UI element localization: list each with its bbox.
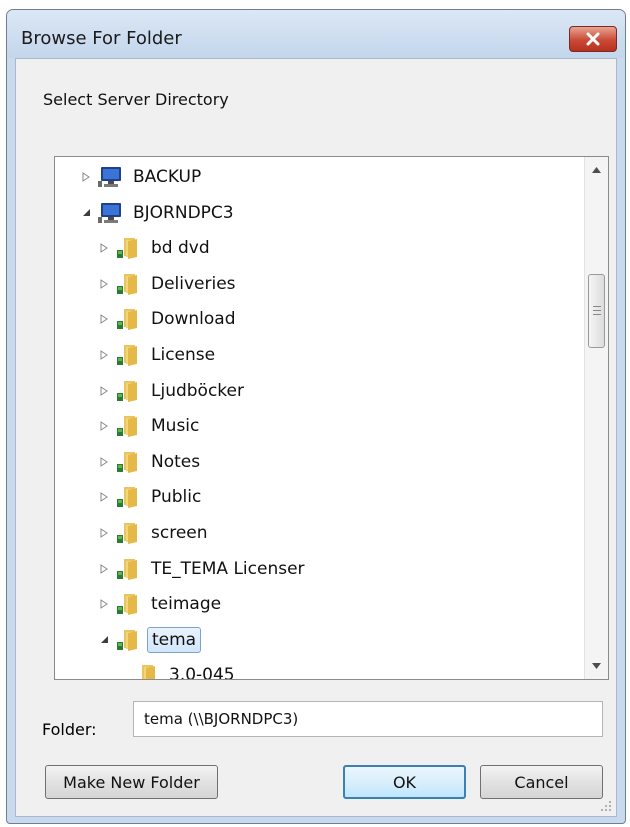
triangle-right-icon[interactable]: [97, 384, 111, 398]
browse-for-folder-dialog: Browse For Folder Select Server Director…: [6, 9, 626, 824]
grip-line: [593, 310, 601, 311]
shared-folder-icon: [115, 307, 141, 331]
triangle-right-icon[interactable]: [97, 348, 111, 362]
computer-icon: [97, 201, 123, 225]
expander-placeholder: [115, 668, 129, 679]
folder-tree[interactable]: BACKUP BJORNDPC3 bd dvd Deliveries Download L…: [54, 156, 609, 680]
tree-item-label: screen: [151, 523, 208, 543]
tree-item-label: Music: [151, 416, 200, 437]
window-title: Browse For Folder: [21, 28, 182, 49]
shared-folder-icon: [115, 272, 141, 296]
tree-item-label: BJORNDPC3: [133, 202, 234, 223]
triangle-down-icon[interactable]: [97, 633, 111, 647]
folder-path-input[interactable]: [133, 701, 603, 737]
tree-item-label: bd dvd: [151, 238, 210, 259]
tree-item-label: License: [151, 345, 216, 365]
shared-folder-icon: [115, 521, 141, 545]
tree-item-label: Deliveries: [151, 273, 236, 294]
tree-item-label: Download: [151, 309, 236, 330]
tree-item[interactable]: teimage: [97, 589, 225, 619]
tree-item[interactable]: License: [97, 340, 219, 370]
tree-item-label: tema: [147, 626, 202, 653]
tree-item-label: Notes: [151, 451, 201, 472]
close-icon: [586, 32, 600, 46]
scroll-thumb[interactable]: [588, 274, 605, 348]
close-button[interactable]: [569, 26, 617, 52]
prompt-text: Select Server Directory: [43, 90, 229, 109]
scroll-up-button[interactable]: [585, 159, 608, 181]
tree-item[interactable]: BJORNDPC3: [79, 198, 238, 228]
triangle-right-icon[interactable]: [97, 455, 111, 469]
make-new-folder-button[interactable]: Make New Folder: [45, 765, 218, 799]
shared-folder-icon: [115, 592, 141, 616]
folder-icon: [133, 663, 159, 679]
triangle-right-icon[interactable]: [97, 526, 111, 540]
tree-item[interactable]: Music: [97, 411, 203, 441]
tree-item[interactable]: tema: [97, 625, 202, 655]
tree-item[interactable]: Deliveries: [97, 269, 240, 299]
tree-item[interactable]: 3.0-045: [115, 660, 239, 680]
tree-item-label: teimage: [151, 594, 222, 615]
tree-item-label: Ljudböcker: [151, 380, 244, 401]
shared-folder-icon: [115, 343, 141, 367]
ok-button[interactable]: OK: [343, 765, 466, 799]
triangle-right-icon[interactable]: [97, 277, 111, 291]
scroll-down-button[interactable]: [585, 655, 608, 677]
tree-item[interactable]: Download: [97, 304, 240, 334]
grip-line: [593, 306, 601, 307]
triangle-right-icon[interactable]: [97, 597, 111, 611]
tree-item-label: Public: [151, 487, 202, 508]
title-bar[interactable]: Browse For Folder: [7, 10, 625, 58]
scroll-down-icon: [592, 663, 601, 669]
shared-folder-icon: [115, 628, 141, 652]
triangle-down-icon[interactable]: [79, 206, 93, 220]
shared-folder-icon: [115, 379, 141, 403]
tree-item-label: 3.0-045: [169, 665, 235, 680]
shared-folder-icon: [115, 450, 141, 474]
shared-folder-icon: [115, 557, 141, 581]
resize-grip-icon[interactable]: [600, 800, 612, 812]
triangle-right-icon[interactable]: [97, 419, 111, 433]
folder-label: Folder:: [42, 720, 97, 739]
scroll-up-icon: [592, 167, 601, 173]
cancel-button[interactable]: Cancel: [480, 765, 603, 799]
tree-item[interactable]: Notes: [97, 447, 204, 477]
tree-item-label: TE_TEMA Licenser: [151, 558, 305, 579]
tree-item[interactable]: Ljudböcker: [97, 376, 248, 406]
dialog-body: Select Server Directory BACKUP BJORNDPC3 b…: [15, 58, 617, 817]
grip-line: [593, 314, 601, 315]
computer-icon: [97, 165, 123, 189]
tree-item[interactable]: bd dvd: [97, 233, 214, 263]
shared-folder-icon: [115, 414, 141, 438]
triangle-right-icon[interactable]: [97, 490, 111, 504]
tree-item-label: BACKUP: [133, 167, 202, 187]
shared-folder-icon: [115, 236, 141, 260]
shared-folder-icon: [115, 485, 141, 509]
tree-item[interactable]: Public: [97, 482, 205, 512]
tree-item[interactable]: screen: [97, 518, 212, 548]
triangle-right-icon[interactable]: [79, 170, 93, 184]
triangle-right-icon[interactable]: [97, 312, 111, 326]
tree-item[interactable]: BACKUP: [79, 162, 205, 192]
vertical-scrollbar[interactable]: [584, 157, 608, 679]
tree-item[interactable]: TE_TEMA Licenser: [97, 554, 309, 584]
triangle-right-icon[interactable]: [97, 562, 111, 576]
triangle-right-icon[interactable]: [97, 241, 111, 255]
